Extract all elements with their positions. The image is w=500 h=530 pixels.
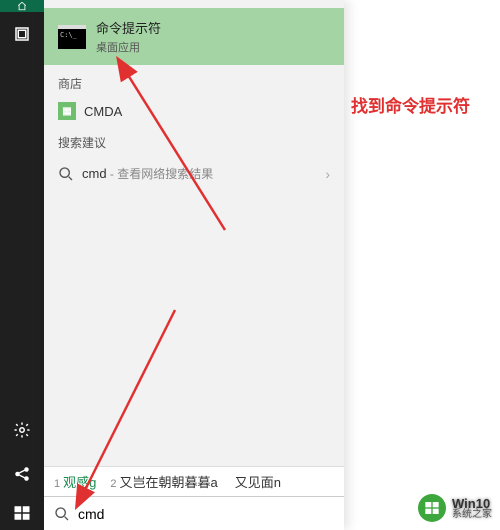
watermark-title: Win10 — [452, 497, 492, 510]
store-app-icon: ▦ — [58, 102, 76, 120]
watermark-subtitle: 系统之家 — [452, 510, 492, 520]
taskbar-settings-button[interactable] — [0, 408, 44, 452]
web-suggestion[interactable]: cmd - 查看网络搜索结果 › — [44, 157, 344, 190]
ime-candidate-3[interactable]: 又见面n — [232, 472, 281, 491]
ime-candidate-1[interactable]: 1观感g — [54, 472, 96, 491]
search-icon — [54, 506, 70, 522]
store-result[interactable]: ▦ CMDA — [44, 98, 344, 124]
taskbar-home-button[interactable] — [0, 0, 44, 12]
web-suggestion-text: cmd - 查看网络搜索结果 — [82, 165, 317, 182]
best-match-title: 命令提示符 — [96, 18, 161, 37]
store-app-name: CMDA — [84, 104, 122, 119]
share-icon — [13, 465, 31, 483]
best-match-subtitle: 桌面应用 — [96, 39, 161, 55]
home-icon — [13, 1, 31, 11]
library-icon — [13, 25, 31, 43]
taskbar — [0, 0, 44, 530]
search-box[interactable] — [44, 496, 344, 530]
search-icon — [58, 166, 74, 182]
annotation-text: 找到命令提示符 — [351, 92, 470, 117]
ime-candidate-bar[interactable]: 1观感g 2又岂在朝朝暮暮a 又见面n — [44, 466, 344, 496]
cmd-icon: C:\_ — [58, 25, 86, 49]
search-input[interactable] — [78, 506, 334, 522]
taskbar-library-button[interactable] — [0, 12, 44, 56]
settings-icon — [13, 421, 31, 439]
best-match-result[interactable]: C:\_ 命令提示符 桌面应用 — [44, 8, 344, 65]
store-section-header: 商店 — [44, 65, 344, 98]
ime-candidate-2[interactable]: 2又岂在朝朝暮暮a — [110, 472, 217, 491]
chevron-right-icon: › — [325, 166, 330, 182]
watermark-logo-icon — [418, 494, 446, 522]
windows-start-icon — [13, 504, 31, 522]
start-button[interactable] — [0, 496, 44, 530]
watermark: Win10 系统之家 — [418, 494, 492, 522]
suggest-section-header: 搜索建议 — [44, 124, 344, 157]
search-panel: C:\_ 命令提示符 桌面应用 商店 ▦ CMDA 搜索建议 cmd - 查看网… — [44, 0, 344, 530]
taskbar-share-button[interactable] — [0, 452, 44, 496]
